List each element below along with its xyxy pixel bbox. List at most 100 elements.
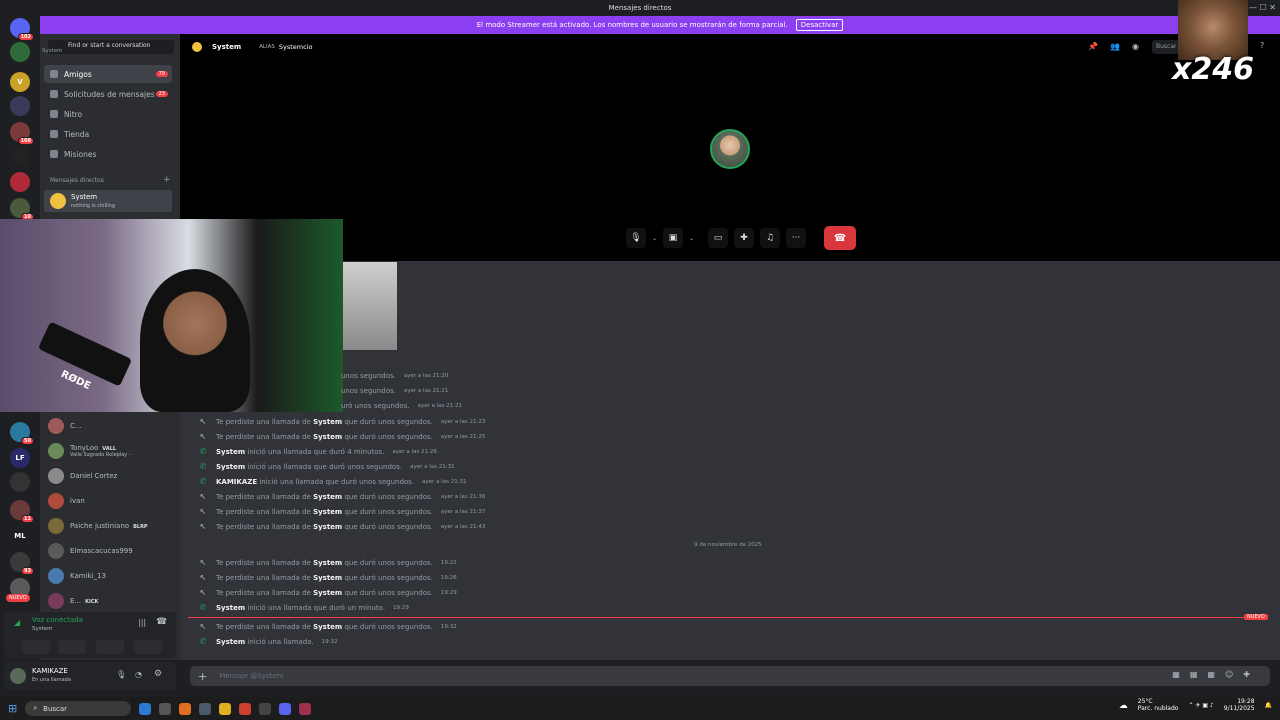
taskbar-search[interactable]: ⌕ Buscar <box>25 701 132 716</box>
server-icon[interactable]: ML <box>10 526 30 546</box>
server-icon[interactable]: LF <box>10 448 30 468</box>
server-icon[interactable]: 50 <box>10 422 34 445</box>
server-icon[interactable]: 102 <box>10 18 34 41</box>
chevron-down-icon[interactable]: ⌄ <box>689 235 694 242</box>
dm-item[interactable]: C... <box>48 416 172 436</box>
server-icon[interactable] <box>10 472 30 492</box>
server-icon[interactable]: 10 <box>10 198 34 221</box>
message-user[interactable]: KAMIKAZE <box>216 478 257 486</box>
message-user[interactable]: System <box>216 638 245 646</box>
profile-icon[interactable]: ◉ <box>1132 42 1139 51</box>
notifications-icon[interactable]: 🔔 <box>1265 702 1272 709</box>
message-user[interactable]: System <box>313 523 342 531</box>
camera-button[interactable] <box>22 640 50 654</box>
message-user[interactable]: System <box>216 448 245 456</box>
sidebar-item-solicitudes[interactable]: Solicitudes de mensajes 23 <box>44 85 172 103</box>
message-user[interactable]: System <box>313 623 342 631</box>
add-attachment-icon[interactable]: + <box>198 670 207 683</box>
dm-item[interactable]: Daniel Cortez <box>48 466 172 486</box>
message-user[interactable]: System <box>216 604 245 612</box>
message-user[interactable]: System <box>313 508 342 516</box>
server-icon[interactable] <box>10 146 30 166</box>
mic-icon[interactable]: 🎙 <box>116 670 126 679</box>
message-body: System inició una llamada que duró unos … <box>216 463 402 471</box>
tray-icons[interactable]: ⌃ ✈ ▣ ♪ <box>1188 702 1213 709</box>
soundboard-button[interactable] <box>134 640 162 654</box>
help-icon[interactable]: ? <box>1260 41 1264 50</box>
more-icon[interactable]: ··· <box>786 228 807 248</box>
app-icon[interactable] <box>179 702 192 715</box>
dm-item[interactable]: ivan <box>48 491 172 511</box>
discord-icon[interactable] <box>279 702 292 715</box>
noise-icon[interactable]: ||| <box>138 618 146 627</box>
pin-icon[interactable]: 📌 <box>1088 42 1098 51</box>
message-input[interactable]: Mensaje @System <box>219 672 283 680</box>
disconnect-icon[interactable]: ☎ <box>156 617 167 627</box>
app-icon[interactable] <box>299 702 312 715</box>
composer-tools-icon[interactable]: ▦▦▦☺✚ <box>1172 670 1260 679</box>
windows-start-icon[interactable]: ⊞ <box>8 702 17 715</box>
app-icon[interactable] <box>259 702 272 715</box>
camera-off-icon[interactable]: ▣ <box>663 228 684 248</box>
call-message: ↖ Te perdiste una llamada de System que d… <box>198 432 486 441</box>
sidebar-item-amigos[interactable]: Amigos 79 <box>44 65 172 83</box>
screen-share-button[interactable] <box>58 640 86 654</box>
hangup-button[interactable]: ☎ <box>824 226 857 250</box>
server-icon[interactable] <box>10 96 30 116</box>
edge-icon[interactable] <box>139 702 152 715</box>
message-user[interactable]: System <box>313 493 342 501</box>
server-icon[interactable] <box>10 172 30 192</box>
server-icon[interactable]: 93 <box>10 552 34 575</box>
sidebar-item-misiones[interactable]: Misiones <box>44 145 172 163</box>
message-composer[interactable]: + Mensaje @System ▦▦▦☺✚ <box>190 666 1270 686</box>
avatar[interactable] <box>10 668 26 684</box>
message-text: que duró unos segundos. <box>344 573 433 582</box>
soundboard-icon[interactable]: ♫ <box>760 228 781 248</box>
dm-info: C... <box>70 422 82 430</box>
dm-item[interactable]: E... KICK <box>48 591 172 611</box>
activities-icon[interactable]: ✚ <box>734 228 755 248</box>
chevron-down-icon[interactable]: ⌄ <box>652 235 657 242</box>
server-icon[interactable]: V <box>10 72 30 92</box>
app-icon[interactable] <box>159 702 172 715</box>
message-user[interactable]: System <box>313 574 342 582</box>
dm-item[interactable]: Kamiki_13 <box>48 566 172 586</box>
message-user[interactable]: System <box>313 589 342 597</box>
timestamp: ayer a las 21:25 <box>440 433 486 440</box>
dm-item[interactable]: TonyLoo VALL Valle Sagrado Roleplay - <box>48 441 172 461</box>
message-user[interactable]: System <box>216 463 245 471</box>
folder-icon[interactable] <box>219 702 232 715</box>
mic-icon[interactable]: 🎙 <box>626 228 646 248</box>
gear-icon[interactable]: ⚙ <box>154 669 162 679</box>
window-controls[interactable]: — ☐ ✕ <box>1249 3 1276 12</box>
timestamp: ayer a las 21:37 <box>440 508 486 515</box>
sidebar-item-nitro[interactable]: Nitro <box>44 105 172 123</box>
server-icon[interactable]: 108 <box>10 122 34 145</box>
server-label: V <box>17 78 23 86</box>
message-user[interactable]: System <box>313 559 342 567</box>
dm-item-selected[interactable]: System nothing is chilling <box>44 190 172 212</box>
activities-button[interactable] <box>96 640 124 654</box>
new-dm-button[interactable]: + <box>163 175 171 185</box>
call-icon: ✆ <box>199 637 207 646</box>
screen-share-icon[interactable]: ▭ <box>708 228 729 248</box>
message-user[interactable]: System <box>313 433 342 441</box>
clock-date: 9/11/2025 <box>1223 704 1255 712</box>
disable-streamer-button[interactable]: Desactivar <box>795 19 844 31</box>
call-controls: 🎙 ⌄ ▣ ⌄ ▭ ✚ ♫ ··· ☎ <box>626 226 857 250</box>
chrome-icon[interactable] <box>239 702 252 715</box>
call-avatar[interactable] <box>710 129 750 169</box>
server-icon[interactable]: 11 <box>10 500 34 523</box>
webcam-overlay <box>0 219 343 412</box>
dm-item[interactable]: Elmascacucas999 <box>48 541 172 561</box>
sidebar-item-tienda[interactable]: Tienda <box>44 125 172 143</box>
avatar <box>48 493 64 509</box>
headphones-icon[interactable]: ◔ <box>135 670 142 679</box>
app-icon[interactable] <box>199 702 212 715</box>
dm-item[interactable]: Paiche justiniano BLRP <box>48 516 172 536</box>
message-text: inició una llamada que duró unos segundo… <box>247 462 403 471</box>
search-input[interactable]: Find or start a conversation <box>48 40 174 54</box>
message-user[interactable]: System <box>313 418 342 426</box>
server-icon[interactable] <box>10 42 30 62</box>
add-friends-icon[interactable]: 👥 <box>1110 42 1120 51</box>
